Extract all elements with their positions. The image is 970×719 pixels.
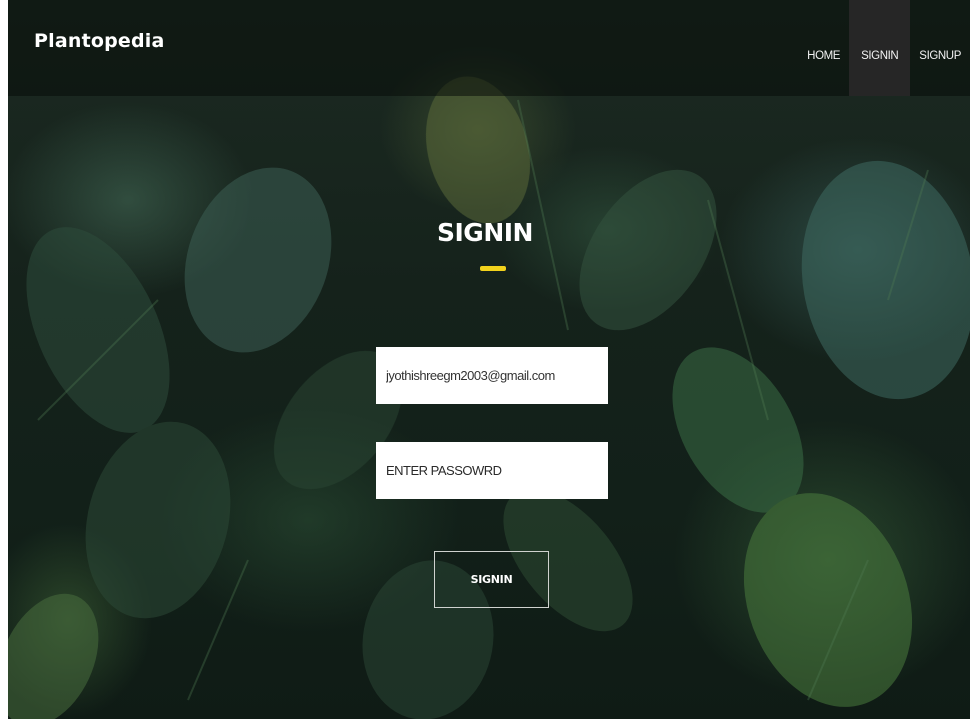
nav-signin-link[interactable]: SIGNIN: [849, 0, 911, 96]
signin-page: Plantopedia HOME SIGNIN SIGNUP SIGNIN SI…: [0, 0, 970, 719]
password-input[interactable]: [376, 442, 608, 499]
title-underline-accent: [480, 266, 506, 271]
email-input[interactable]: [376, 347, 608, 404]
signin-title: SIGNIN: [437, 218, 533, 247]
top-navbar: Plantopedia HOME SIGNIN SIGNUP: [8, 0, 970, 96]
signin-button[interactable]: SIGNIN: [434, 551, 549, 608]
brand-logo[interactable]: Plantopedia: [34, 30, 165, 52]
nav-signup-link[interactable]: SIGNUP: [910, 0, 970, 96]
nav-menu: HOME SIGNIN SIGNUP: [798, 0, 970, 96]
nav-home-link[interactable]: HOME: [798, 0, 849, 96]
